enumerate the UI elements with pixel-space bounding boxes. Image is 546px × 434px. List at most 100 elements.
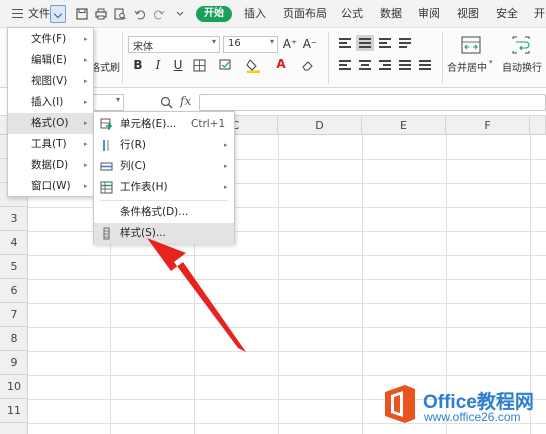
menu-item-label: 编辑(E) xyxy=(31,54,67,66)
column-header[interactable]: F xyxy=(446,116,530,135)
orientation-button[interactable] xyxy=(396,35,414,51)
tab-start[interactable]: 开始 xyxy=(196,6,232,22)
menu-item-edit[interactable]: 编辑(E) ▸ xyxy=(8,50,93,71)
chevron-down-icon[interactable]: ▾ xyxy=(489,58,493,66)
row-header[interactable]: 11 xyxy=(0,399,28,423)
merge-center-icon[interactable] xyxy=(461,36,481,54)
fill-color-icon[interactable] xyxy=(246,58,262,73)
save-icon[interactable] xyxy=(76,8,88,20)
font-name-select[interactable]: 宋体 ▾ xyxy=(128,36,220,53)
border-icon[interactable] xyxy=(193,59,206,72)
menu-item-shortcut: Ctrl+1 xyxy=(191,118,226,130)
row-header[interactable]: 8 xyxy=(0,327,28,351)
ribbon-divider xyxy=(122,32,123,84)
wrap-text-icon[interactable] xyxy=(511,36,531,54)
print-preview-icon[interactable] xyxy=(114,8,126,20)
row-icon xyxy=(103,140,109,151)
gridline xyxy=(28,279,546,280)
tab-view[interactable]: 视图 xyxy=(457,0,479,28)
row-header[interactable]: 10 xyxy=(0,375,28,399)
menu-item-label: 数据(D) xyxy=(31,159,69,171)
merge-center-button[interactable]: 合并居中 xyxy=(447,59,487,74)
file-dropdown-button[interactable] xyxy=(50,5,66,23)
chevron-down-icon: ▾ xyxy=(211,37,216,46)
column-header[interactable]: D xyxy=(278,116,362,135)
main-menu: 文件(F) ▸ 编辑(E) ▸ 视图(V) ▸ 插入(I) ▸ 格式(O) ▸ … xyxy=(7,27,94,197)
print-icon[interactable] xyxy=(95,8,107,20)
align-middle-button[interactable] xyxy=(356,35,374,51)
style-icon xyxy=(103,227,110,240)
menu-item-column[interactable]: 列(C) ▸ xyxy=(94,156,234,177)
align-right-button[interactable] xyxy=(376,57,394,73)
column-header[interactable]: E xyxy=(362,116,446,135)
align-left-button[interactable] xyxy=(336,57,354,73)
menu-item-data[interactable]: 数据(D) ▸ xyxy=(8,155,93,176)
tab-page-layout[interactable]: 页面布局 xyxy=(283,0,327,28)
italic-button[interactable]: I xyxy=(150,57,166,73)
menu-item-conditional-format[interactable]: 条件格式(D)... xyxy=(94,202,234,223)
cell-style-icon[interactable] xyxy=(219,59,233,72)
tab-insert[interactable]: 插入 xyxy=(244,0,266,28)
menu-item-label: 条件格式(D)... xyxy=(120,206,189,218)
font-color-button[interactable]: A xyxy=(273,56,289,72)
row-header[interactable]: 6 xyxy=(0,279,28,303)
tab-formulas[interactable]: 公式 xyxy=(341,0,363,28)
menu-item-cells[interactable]: 单元格(E)... Ctrl+1 xyxy=(94,114,234,135)
shrink-font-button[interactable]: A⁻ xyxy=(302,36,318,52)
menu-item-label: 文件(F) xyxy=(31,33,67,45)
chevron-down-icon[interactable]: ▾ xyxy=(116,95,120,104)
column-icon xyxy=(100,162,113,171)
menu-item-sheet[interactable]: 工作表(H) ▸ xyxy=(94,177,234,198)
menu-item-file[interactable]: 文件(F) ▸ xyxy=(8,29,93,50)
file-menu[interactable]: 文件 xyxy=(28,0,50,28)
office-logo-icon xyxy=(385,385,415,423)
tab-security[interactable]: 安全 xyxy=(496,0,518,28)
column-header[interactable] xyxy=(530,116,546,135)
quick-access-chevron-icon[interactable] xyxy=(174,8,186,20)
font-size-value: 16 xyxy=(228,38,241,49)
tab-partial[interactable]: 开 xyxy=(534,0,545,28)
font-size-select[interactable]: 16 ▾ xyxy=(223,36,278,53)
menu-item-label: 窗口(W) xyxy=(31,180,71,192)
menu-item-format[interactable]: 格式(O) ▸ xyxy=(8,113,93,134)
underline-button[interactable]: U xyxy=(170,57,186,73)
formula-input[interactable] xyxy=(199,94,546,111)
redo-icon[interactable] xyxy=(153,8,165,20)
gridline xyxy=(28,303,546,304)
hamburger-icon[interactable] xyxy=(12,9,23,18)
bold-button[interactable]: B xyxy=(130,57,146,73)
align-center-button[interactable] xyxy=(356,57,374,73)
align-bottom-button[interactable] xyxy=(376,35,394,51)
undo-icon[interactable] xyxy=(134,8,146,20)
worksheet-icon xyxy=(100,181,113,194)
menu-item-tools[interactable]: 工具(T) ▸ xyxy=(8,134,93,155)
row-header[interactable]: 3 xyxy=(0,207,28,231)
tab-review[interactable]: 审阅 xyxy=(418,0,440,28)
gridline xyxy=(28,375,546,376)
gridline xyxy=(278,135,279,434)
wrap-text-button[interactable]: 自动换行 xyxy=(502,59,542,74)
tab-data[interactable]: 数据 xyxy=(380,0,402,28)
zoom-icon[interactable] xyxy=(160,96,173,109)
format-painter-label[interactable]: 格式刷 xyxy=(90,59,120,74)
menu-item-label: 行(R) xyxy=(120,139,146,151)
row-header[interactable]: 9 xyxy=(0,351,28,375)
eraser-icon[interactable] xyxy=(301,59,316,72)
menu-item-insert[interactable]: 插入(I) ▸ xyxy=(8,92,93,113)
chevron-right-icon: ▸ xyxy=(84,98,88,106)
menu-item-label: 视图(V) xyxy=(31,75,68,87)
menu-item-row[interactable]: 行(R) ▸ xyxy=(94,135,234,156)
menu-item-view[interactable]: 视图(V) ▸ xyxy=(8,71,93,92)
menu-item-style[interactable]: 样式(S)... xyxy=(94,223,234,244)
justify-button[interactable] xyxy=(396,57,414,73)
row-header[interactable]: 7 xyxy=(0,303,28,327)
chevron-right-icon: ▸ xyxy=(224,162,228,170)
gridline xyxy=(362,135,363,434)
grow-font-button[interactable]: A⁺ xyxy=(282,36,298,52)
row-header[interactable]: 5 xyxy=(0,255,28,279)
row-header[interactable]: 4 xyxy=(0,231,28,255)
menu-item-window[interactable]: 窗口(W) ▸ xyxy=(8,176,93,197)
distributed-button[interactable] xyxy=(416,57,434,73)
align-top-button[interactable] xyxy=(336,35,354,51)
fx-icon[interactable]: fx xyxy=(180,94,191,108)
